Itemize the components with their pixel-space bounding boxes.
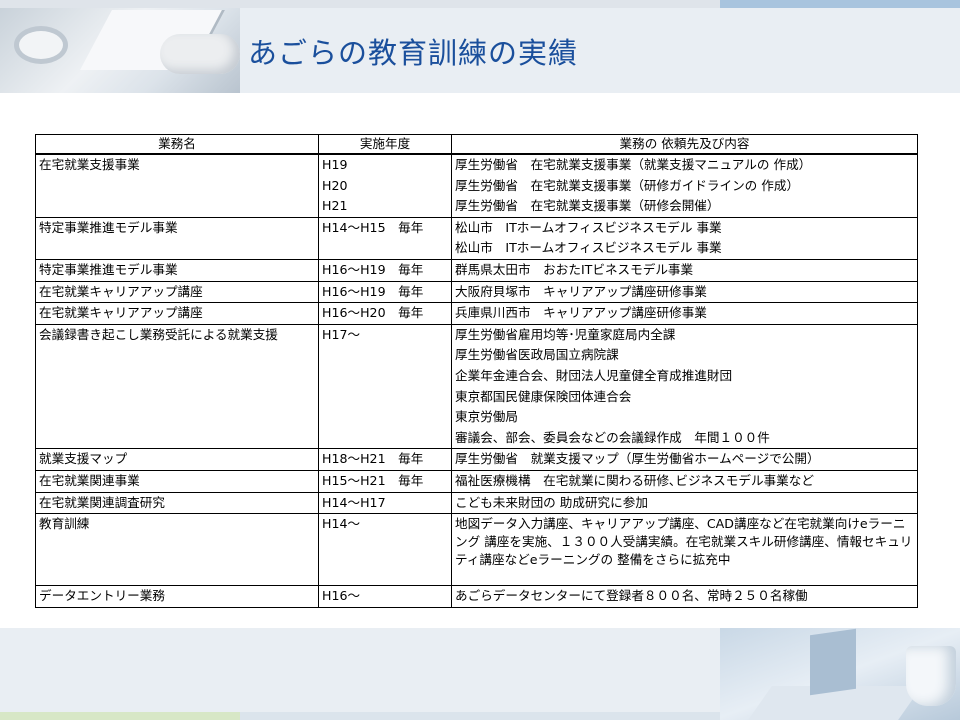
footer-accent-bar: [240, 712, 720, 720]
table-row: 就業支援マップ H18～H21 毎年 厚生労働省 就業支援マップ（厚生労働省ホー…: [35, 448, 918, 471]
footer-accent-bar-green: [0, 712, 240, 720]
monitor-icon: [810, 628, 856, 696]
row-name-cell: 会議録書き起こし業務受託による就業支援: [35, 323, 319, 450]
row-details-cell: 厚生労働省 就業支援マップ（厚生労働省ホームページで公開）: [451, 448, 918, 471]
table-header-row: 業務名 実施年度 業務の 依頼先及び内容: [35, 134, 918, 155]
row-years-cell: H15～H21 毎年: [318, 469, 452, 493]
row-years-cell: H16～: [318, 585, 452, 608]
desk-photo-image: [720, 628, 960, 720]
table-row: 特定事業推進モデル事業 H14～H15 毎年 松山市 ITホームオフィスビジネス…: [35, 216, 918, 260]
row-name-cell: 在宅就業キャリアアップ講座: [35, 302, 319, 325]
row-name-cell: 特定事業推進モデル事業: [35, 258, 319, 282]
row-details-cell: こども未来財団の 助成研究に参加: [451, 491, 918, 515]
table-row: 在宅就業関連調査研究 H14～H17 こども未来財団の 助成研究に参加: [35, 491, 918, 515]
row-details-cell: 福祉医療機構 在宅就業に関わる研修､ビジネスモデル事業など: [451, 469, 918, 493]
row-name-cell: 在宅就業関連調査研究: [35, 491, 319, 515]
row-details-cell: 厚生労働省 在宅就業支援事業（就業支援マニュアルの 作成） 厚生労働省 在宅就業…: [451, 153, 918, 218]
cup-icon: [14, 26, 68, 64]
row-years-cell: H16～H20 毎年: [318, 302, 452, 325]
results-table: 業務名 実施年度 業務の 依頼先及び内容 在宅就業支援事業 H19 H20 H2…: [35, 134, 918, 608]
row-name-cell: 教育訓練: [35, 513, 319, 587]
hand-icon: [160, 34, 240, 74]
row-name-cell: 在宅就業キャリアアップ講座: [35, 280, 319, 304]
table-row: 在宅就業キャリアアップ講座 H16～H19 毎年 大阪府貝塚市 キャリアアップ講…: [35, 280, 918, 304]
header-business-name: 業務名: [35, 134, 319, 155]
table-row: 在宅就業関連事業 H15～H21 毎年 福祉医療機構 在宅就業に関わる研修､ビジ…: [35, 469, 918, 493]
header-accent-bar-blue: [720, 0, 960, 8]
table-row: 特定事業推進モデル事業 H16～H19 毎年 群馬県太田市 おおたITビネスモデ…: [35, 258, 918, 282]
page-title: あごらの教育訓練の実績: [248, 36, 579, 70]
row-years-cell: H19 H20 H21: [318, 153, 452, 218]
table-row: 教育訓練 H14～ 地図データ入力講座、キャリアアップ講座、CAD講座など在宅就…: [35, 513, 918, 587]
row-years-cell: H14～H17: [318, 491, 452, 515]
row-years-cell: H16～H19 毎年: [318, 280, 452, 304]
row-years-cell: H14～H15 毎年: [318, 216, 452, 260]
row-details-cell: 大阪府貝塚市 キャリアアップ講座研修事業: [451, 280, 918, 304]
row-name-cell: 在宅就業支援事業: [35, 153, 319, 218]
row-name-cell: 特定事業推進モデル事業: [35, 216, 319, 260]
header-accent-bar: [0, 0, 720, 8]
row-name-cell: 就業支援マップ: [35, 448, 319, 471]
row-details-cell: 厚生労働省雇用均等･児童家庭局内全課 厚生労働省医政局国立病院課 企業年金連合会…: [451, 323, 918, 450]
row-years-cell: H14～: [318, 513, 452, 587]
header-client-details: 業務の 依頼先及び内容: [451, 134, 918, 155]
laptop-photo-image: [0, 8, 240, 93]
header-fiscal-year: 実施年度: [318, 134, 452, 155]
table-row: 会議録書き起こし業務受託による就業支援 H17～ 厚生労働省雇用均等･児童家庭局…: [35, 323, 918, 450]
row-details-cell: 地図データ入力講座、キャリアアップ講座、CAD講座など在宅就業向けeラーニング …: [451, 513, 918, 587]
row-details-cell: 松山市 ITホームオフィスビジネスモデル 事業 松山市 ITホームオフィスビジネ…: [451, 216, 918, 260]
table-row: 在宅就業支援事業 H19 H20 H21 厚生労働省 在宅就業支援事業（就業支援…: [35, 153, 918, 218]
row-name-cell: 在宅就業関連事業: [35, 469, 319, 493]
row-details-cell: 群馬県太田市 おおたITビネスモデル事業: [451, 258, 918, 282]
row-details-cell: 兵庫県川西市 キャリアアップ講座研修事業: [451, 302, 918, 325]
row-details-cell: あごらデータセンターにて登録者８００名、常時２５０名稼働: [451, 585, 918, 608]
row-years-cell: H16～H19 毎年: [318, 258, 452, 282]
row-years-cell: H17～: [318, 323, 452, 450]
row-name-cell: データエントリー業務: [35, 585, 319, 608]
mug-icon: [906, 646, 956, 706]
table-row: 在宅就業キャリアアップ講座 H16～H20 毎年 兵庫県川西市 キャリアアップ講…: [35, 302, 918, 325]
row-years-cell: H18～H21 毎年: [318, 448, 452, 471]
table-row: データエントリー業務 H16～ あごらデータセンターにて登録者８００名、常時２５…: [35, 585, 918, 608]
